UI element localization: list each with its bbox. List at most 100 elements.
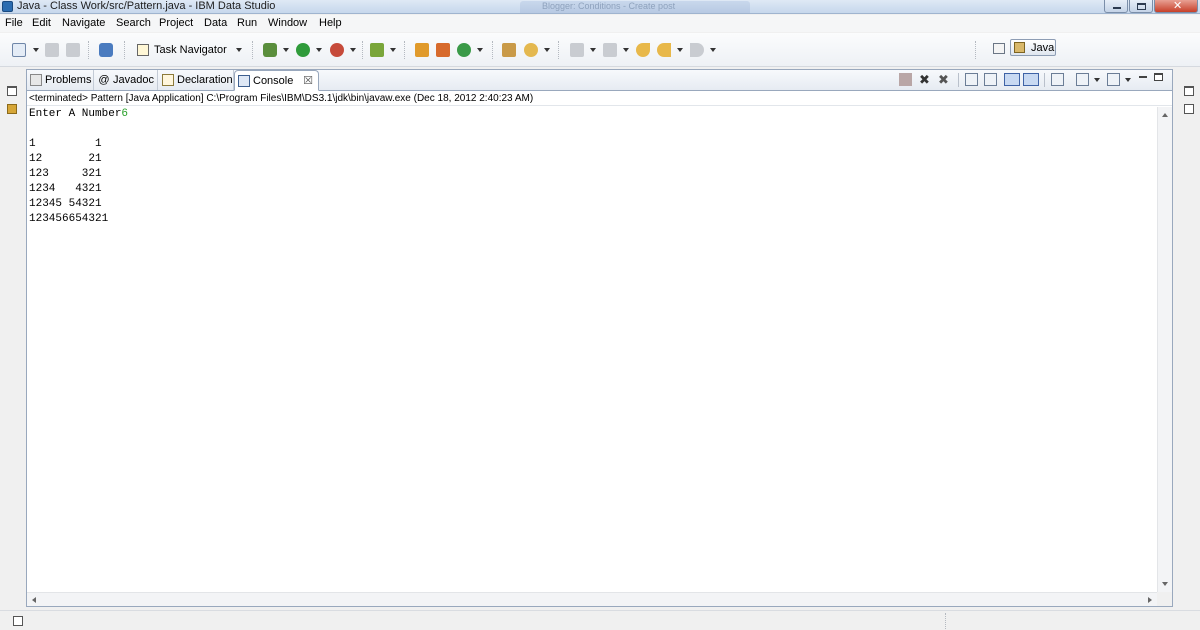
- search-dropdown-icon[interactable]: [544, 48, 550, 52]
- close-icon: ✕: [1173, 0, 1183, 12]
- back-dropdown-icon[interactable]: [677, 48, 683, 52]
- close-window-button[interactable]: ✕: [1154, 0, 1198, 13]
- toolbar-separator: [958, 73, 959, 87]
- display-selected-console-icon[interactable]: [1076, 73, 1089, 86]
- menu-help[interactable]: Help: [319, 17, 342, 30]
- status-bar: [0, 610, 1200, 630]
- clear-console-icon[interactable]: [965, 73, 978, 86]
- scroll-down-icon[interactable]: [1162, 582, 1168, 586]
- terminate-icon[interactable]: [899, 73, 912, 86]
- maximize-button[interactable]: [1129, 0, 1153, 13]
- debug-icon[interactable]: [263, 43, 277, 57]
- menu-navigate[interactable]: Navigate: [62, 17, 105, 30]
- console-view: Problems @ Javadoc Declaration Console ☒…: [26, 69, 1173, 607]
- menu-run[interactable]: Run: [237, 17, 257, 30]
- tab-javadoc[interactable]: @ Javadoc: [95, 70, 158, 90]
- left-trim-bar: [0, 68, 24, 608]
- perspective-label: Java: [1031, 42, 1055, 54]
- remove-launch-icon[interactable]: ✖: [919, 73, 932, 86]
- previous-annotation-icon[interactable]: [603, 43, 617, 57]
- new-java-package-icon[interactable]: [436, 43, 450, 57]
- new-icon[interactable]: [12, 43, 26, 57]
- menu-data[interactable]: Data: [204, 17, 227, 30]
- run-dropdown-icon[interactable]: [316, 48, 322, 52]
- status-separator: [945, 613, 947, 629]
- horizontal-scrollbar[interactable]: [27, 592, 1157, 606]
- scroll-lock-icon[interactable]: [984, 73, 997, 86]
- next-annotation-icon[interactable]: [570, 43, 584, 57]
- search-icon[interactable]: [524, 43, 538, 57]
- run-icon[interactable]: [296, 43, 310, 57]
- scroll-right-icon[interactable]: [1148, 597, 1152, 603]
- window-title-bar[interactable]: Java - Class Work/src/Pattern.java - IBM…: [0, 0, 1200, 14]
- open-perspective-icon[interactable]: [993, 43, 1005, 54]
- pin-console-icon[interactable]: [1051, 73, 1064, 86]
- close-tab-icon[interactable]: ☒: [303, 71, 313, 91]
- coverage-icon[interactable]: [370, 43, 384, 57]
- window-title: Java - Class Work/src/Pattern.java - IBM…: [17, 0, 276, 12]
- perspective-java-button[interactable]: Java: [1010, 39, 1056, 56]
- back-icon[interactable]: [657, 43, 671, 57]
- external-tools-icon[interactable]: [330, 43, 344, 57]
- console-output-line: 12 21: [29, 153, 102, 165]
- toolbar-separator: [88, 41, 90, 59]
- task-navigator-button[interactable]: Task Navigator: [137, 42, 227, 58]
- toolbar-separator: [124, 41, 126, 59]
- print-icon[interactable]: [66, 43, 80, 57]
- menu-edit[interactable]: Edit: [32, 17, 51, 30]
- scroll-up-icon[interactable]: [1162, 113, 1168, 117]
- package-explorer-icon[interactable]: [7, 104, 17, 114]
- console-output[interactable]: Enter A Number6 1 1 12 21 123 321 1234 4…: [27, 107, 1157, 592]
- task-navigator-icon: [137, 44, 149, 56]
- next-annotation-dropdown-icon[interactable]: [590, 48, 596, 52]
- maximize-view-icon[interactable]: [1154, 73, 1163, 81]
- new-java-class-icon[interactable]: [457, 43, 471, 57]
- scroll-left-icon[interactable]: [32, 597, 36, 603]
- fast-view-icon[interactable]: [13, 616, 23, 626]
- tab-declaration[interactable]: Declaration: [159, 70, 234, 90]
- open-console-icon[interactable]: [1107, 73, 1120, 86]
- minimize-view-icon[interactable]: [1139, 76, 1147, 78]
- new-java-project-icon[interactable]: [415, 43, 429, 57]
- java-app-icon: [2, 1, 13, 12]
- open-console-dropdown-icon[interactable]: [1125, 78, 1131, 82]
- new-class-dropdown-icon[interactable]: [477, 48, 483, 52]
- show-console-on-stdout-icon[interactable]: [1004, 73, 1020, 86]
- menu-bar: File Edit Navigate Search Project Data R…: [0, 15, 1200, 32]
- menu-window[interactable]: Window: [268, 17, 307, 30]
- background-window-tab[interactable]: Blogger: Conditions - Create post: [520, 1, 750, 13]
- show-console-on-stderr-icon[interactable]: [1023, 73, 1039, 86]
- remove-all-terminated-icon[interactable]: ✖: [938, 73, 951, 86]
- toolbar-separator: [362, 41, 364, 59]
- task-navigator-dropdown-icon[interactable]: [236, 48, 242, 52]
- problems-icon: [30, 74, 42, 86]
- external-tools-dropdown-icon[interactable]: [350, 48, 356, 52]
- scrollbar-corner: [1157, 592, 1172, 606]
- menu-file[interactable]: File: [5, 17, 23, 30]
- console-output-line: 12345 54321: [29, 198, 102, 210]
- open-type-icon[interactable]: [502, 43, 516, 57]
- forward-icon[interactable]: [690, 43, 704, 57]
- previous-annotation-dropdown-icon[interactable]: [623, 48, 629, 52]
- new-dropdown-icon[interactable]: [33, 48, 39, 52]
- restore-icon[interactable]: [1184, 86, 1194, 96]
- tab-problems[interactable]: Problems: [27, 70, 94, 90]
- task-navigator-label: Task Navigator: [154, 44, 227, 56]
- coverage-dropdown-icon[interactable]: [390, 48, 396, 52]
- menu-project[interactable]: Project: [159, 17, 193, 30]
- save-icon[interactable]: [45, 43, 59, 57]
- last-edit-location-icon[interactable]: [636, 43, 650, 57]
- restore-icon[interactable]: [7, 86, 17, 96]
- data-source-explorer-icon[interactable]: [99, 43, 113, 57]
- vertical-scrollbar[interactable]: [1157, 107, 1172, 592]
- menu-search[interactable]: Search: [116, 17, 151, 30]
- console-output-lines: 1 1 12 21 123 321 1234 4321 12345 54321 …: [29, 138, 108, 225]
- forward-dropdown-icon[interactable]: [710, 48, 716, 52]
- tab-console[interactable]: Console ☒: [234, 70, 319, 91]
- display-console-dropdown-icon[interactable]: [1094, 78, 1100, 82]
- minimize-button[interactable]: [1104, 0, 1128, 13]
- debug-dropdown-icon[interactable]: [283, 48, 289, 52]
- view-tab-strip: Problems @ Javadoc Declaration Console ☒…: [27, 70, 1172, 91]
- task-list-icon[interactable]: [1184, 104, 1194, 114]
- tab-label: Declaration: [177, 74, 233, 86]
